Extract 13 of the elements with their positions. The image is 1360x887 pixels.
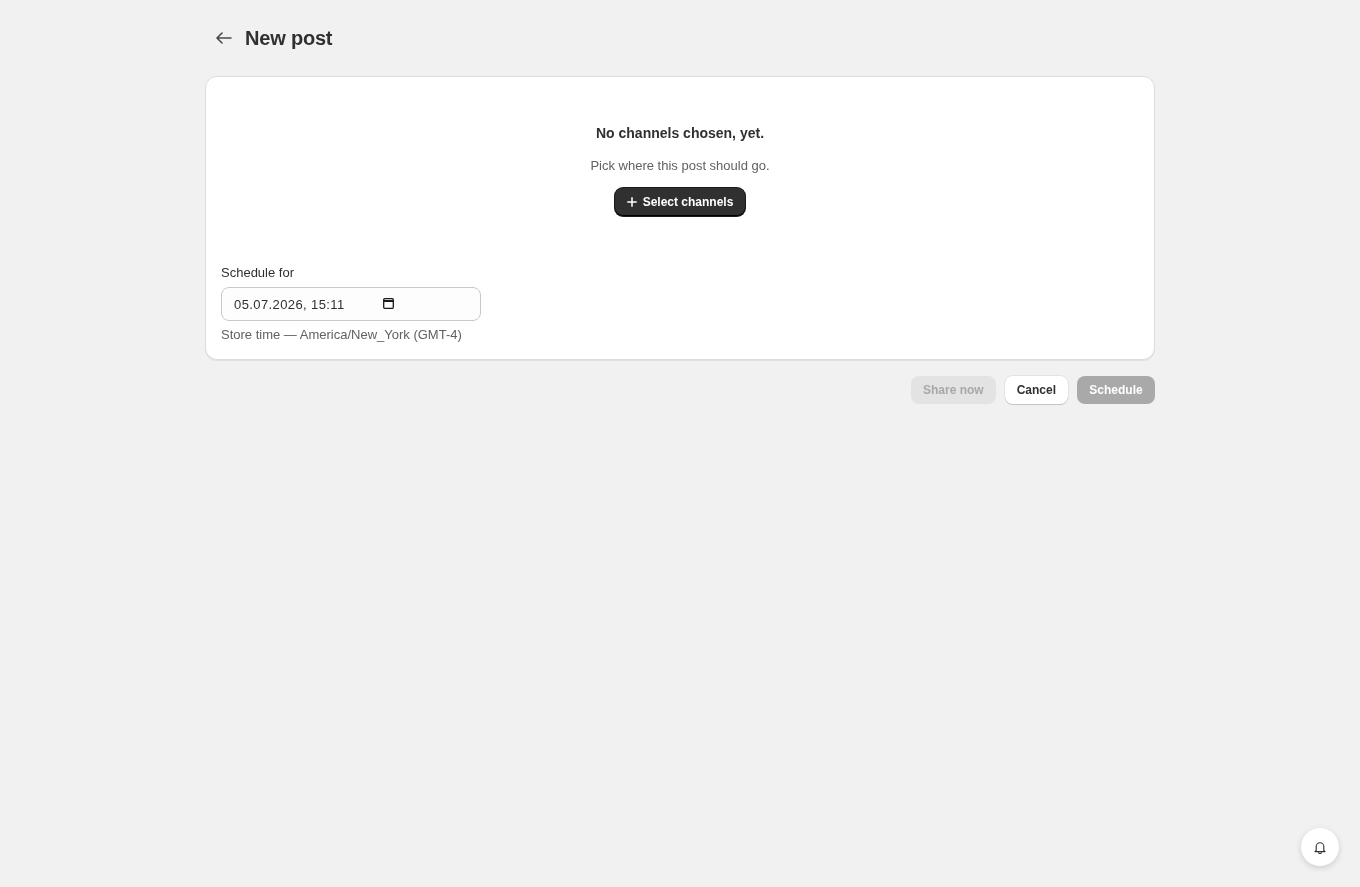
empty-state-description: Pick where this post should go.	[590, 157, 770, 175]
page-title: New post	[245, 26, 333, 50]
schedule-label: Schedule for	[221, 264, 294, 282]
calendar-icon[interactable]	[383, 298, 394, 309]
notifications-button[interactable]	[1301, 828, 1339, 866]
timezone-help-text: Store time — America/New_York (GMT-4)	[221, 326, 462, 344]
select-channels-button[interactable]: Select channels	[614, 188, 746, 216]
plus-icon	[626, 197, 637, 207]
date-time-field[interactable]: 05.07.2026, 15:11	[221, 287, 481, 321]
empty-state-heading: No channels chosen, yet.	[595, 124, 765, 143]
secondary-button[interactable]: Cancel	[1004, 376, 1068, 404]
back-arrow-icon	[216, 32, 232, 44]
bell-icon	[1314, 840, 1326, 854]
